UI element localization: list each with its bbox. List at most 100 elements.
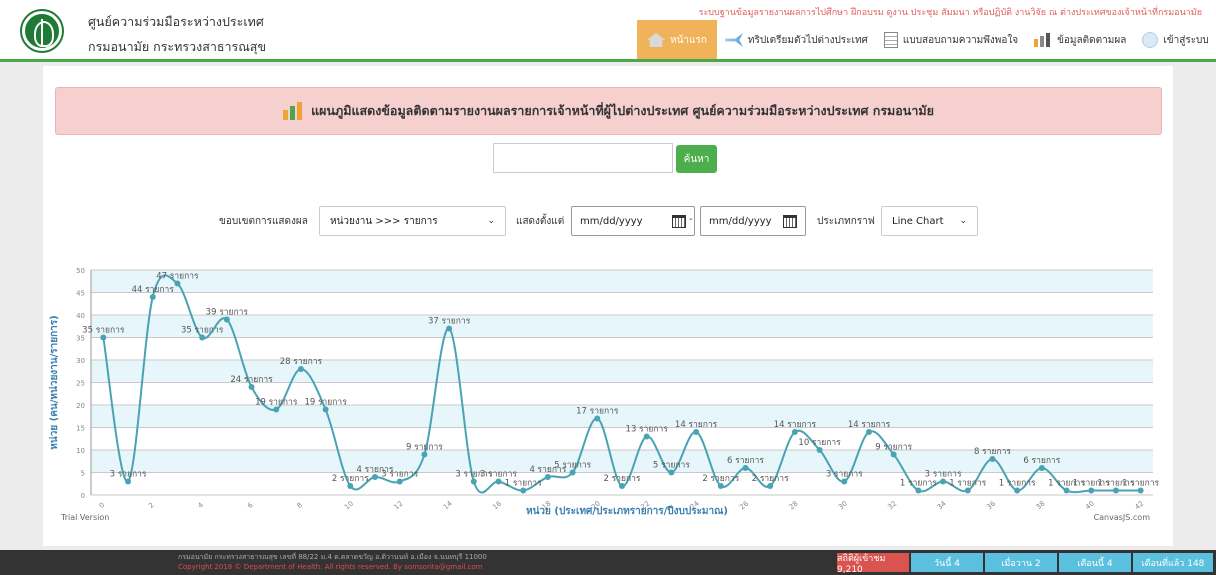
top-notice: ระบบฐานข้อมูลรายงานผลการไปศึกษา ฝึกอบรม … [698, 8, 1202, 18]
x-tick-label: 28 [788, 500, 800, 512]
header-divider [0, 59, 1216, 62]
x-tick-label: 10 [343, 500, 355, 512]
form-icon [883, 32, 898, 48]
header: ศูนย์ความร่วมมือระหว่างประเทศ กรมอนามัย … [0, 0, 1216, 60]
x-tick-label: 8 [295, 501, 304, 510]
x-tick-label: 16 [491, 499, 503, 511]
y-tick-label: 45 [76, 290, 85, 298]
x-tick-label: 4 [197, 501, 206, 510]
data-label: 44 รายการ [132, 285, 175, 295]
date-to-value: mm/dd/yyyy [709, 215, 772, 227]
data-label: 47 รายการ [156, 272, 199, 282]
scope-select[interactable]: หน่วยงาน >>> รายการ ⌄ [319, 206, 506, 236]
chevron-down-icon: ⌄ [959, 216, 967, 226]
x-tick-label: 0 [98, 501, 107, 510]
data-label: 3 รายการ [381, 470, 418, 480]
data-label: 3 รายการ [826, 470, 863, 480]
data-label: 5 รายการ [554, 461, 591, 471]
x-tick-label: 12 [392, 500, 404, 512]
date-range-dash: - [689, 214, 693, 225]
y-tick-label: 25 [76, 380, 85, 388]
footer: กรมอนามัย กระทรวงสาธารณสุข เลขที่ 88/22 … [0, 550, 1216, 575]
scope-select-value: หน่วยงาน >>> รายการ [330, 215, 438, 227]
y-tick-label: 5 [81, 470, 85, 478]
department-logo [22, 11, 62, 51]
nav-login[interactable]: เข้าสู่ระบบ [1134, 20, 1216, 60]
date-from-value: mm/dd/yyyy [580, 215, 643, 227]
x-tick-label: 2 [147, 501, 156, 510]
page-banner: แผนภูมิแสดงข้อมูลติดตามรายงานผลรายการเจ้… [55, 87, 1162, 135]
x-tick-label: 42 [1133, 500, 1145, 512]
y-tick-label: 50 [76, 267, 85, 275]
calendar-icon[interactable] [672, 214, 686, 228]
x-tick-label: 34 [936, 499, 948, 511]
x-tick-label: 26 [738, 499, 750, 511]
grid-band [91, 270, 1153, 293]
x-tick-label: 30 [837, 500, 849, 512]
calendar-icon[interactable] [783, 214, 797, 228]
bar-chart-icon [283, 102, 304, 120]
data-label: 2 รายการ [752, 474, 789, 484]
data-label: 2 รายการ [702, 474, 739, 484]
data-label: 8 รายการ [974, 447, 1011, 457]
nav-survey-label: แบบสอบถามความพึงพอใจ [902, 34, 1019, 46]
canvasjs-credit[interactable]: CanvasJS.com [1094, 513, 1151, 522]
date-from-input[interactable]: mm/dd/yyyy [571, 206, 695, 236]
x-tick-label: 36 [985, 499, 997, 511]
data-label: 2 รายการ [604, 474, 641, 484]
data-label: 5 รายการ [653, 461, 690, 471]
data-label: 3 รายการ [110, 470, 147, 480]
org-name: ศูนย์ความร่วมมือระหว่างประเทศ [88, 14, 264, 29]
nav-trip-prep[interactable]: ทริปเตรียมตัวไปต่างประเทศ [717, 20, 876, 60]
data-label: 2 รายการ [332, 474, 369, 484]
x-tick-label: 6 [246, 501, 255, 510]
x-tick-label: 14 [442, 499, 454, 511]
data-label: 10 รายการ [798, 438, 841, 448]
nav-survey[interactable]: แบบสอบถามความพึงพอใจ [876, 20, 1026, 60]
data-label: 35 รายการ [181, 326, 224, 336]
nav-home[interactable]: หน้าแรก [637, 20, 717, 60]
data-label: 14 รายการ [675, 420, 718, 430]
x-tick-label: 38 [1035, 500, 1047, 512]
stat-last-month: เดือนที่แล้ว 148 [1133, 553, 1213, 572]
bar-chart-icon [1034, 33, 1053, 47]
nav-tracking-label: ข้อมูลติดตามผล [1057, 34, 1127, 46]
search-button[interactable]: ค้นหา [676, 145, 717, 173]
y-tick-label: 20 [76, 402, 85, 410]
y-tick-label: 35 [76, 335, 85, 343]
data-label: 14 รายการ [848, 420, 891, 430]
nav-tracking[interactable]: ข้อมูลติดตามผล [1026, 20, 1134, 60]
data-label: 13 รายการ [626, 425, 669, 435]
data-label: 1 รายการ [505, 479, 542, 489]
y-tick-label: 30 [76, 357, 85, 365]
data-label: 17 รายการ [576, 407, 619, 417]
stat-yesterday: เมื่อวาน 2 [985, 553, 1057, 572]
data-label: 35 รายการ [82, 326, 125, 336]
page-title: แผนภูมิแสดงข้อมูลติดตามรายงานผลรายการเจ้… [311, 103, 934, 118]
data-label: 1 รายการ [999, 479, 1036, 489]
chevron-down-icon: ⌄ [487, 216, 495, 226]
main-nav: หน้าแรก ทริปเตรียมตัวไปต่างประเทศ แบบสอบ… [637, 20, 1216, 60]
graph-type-value: Line Chart [892, 215, 944, 227]
department-name: กรมอนามัย กระทรวงสาธารณสุข [88, 39, 266, 54]
search-input[interactable] [493, 143, 673, 173]
stat-total-visitors: สถิติผู้เข้าชม 9,210 [837, 553, 909, 575]
home-icon [647, 33, 665, 47]
user-icon [1142, 32, 1159, 48]
nav-home-label: หน้าแรก [670, 34, 707, 46]
scope-label: ขอบเขตการแสดงผล [219, 216, 308, 227]
graph-type-label: ประเภทกราฟ [817, 216, 875, 227]
x-tick-label: 32 [886, 500, 898, 512]
data-label: 28 รายการ [280, 357, 323, 367]
filter-bar: ขอบเขตการแสดงผล หน่วยงาน >>> รายการ ⌄ แส… [43, 206, 1173, 236]
data-label: 1 รายการ [1122, 479, 1159, 489]
data-label: 6 รายการ [1023, 456, 1060, 466]
y-tick-label: 0 [81, 492, 85, 500]
grid-band [91, 405, 1153, 428]
grid-band [91, 315, 1153, 338]
graph-type-select[interactable]: Line Chart ⌄ [881, 206, 978, 236]
chart-svg: 05101520253035404550 0 2 4 6 8 10 12 14 16 18 20 22… [48, 267, 1160, 522]
data-label: 24 รายการ [230, 375, 273, 385]
date-to-input[interactable]: mm/dd/yyyy [700, 206, 806, 236]
x-tick-label: 40 [1084, 500, 1096, 512]
